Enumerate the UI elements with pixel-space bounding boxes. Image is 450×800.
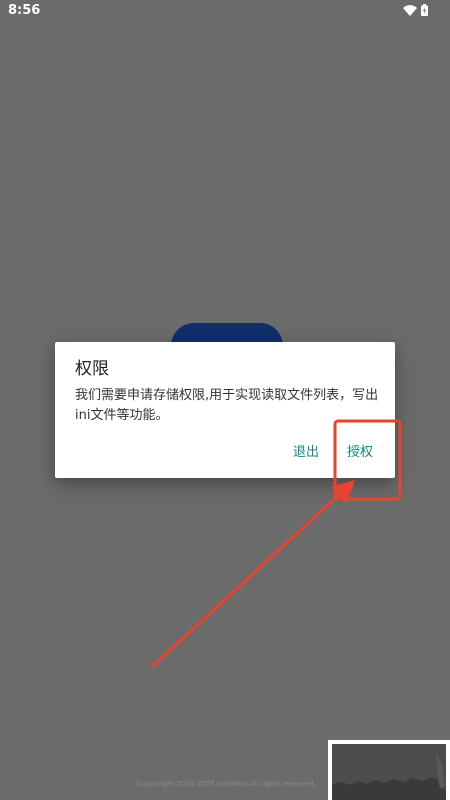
battery-icon — [421, 1, 428, 20]
permission-dialog: 权限 我们需要申请存储权限,用于实现读取文件列表，写出ini文件等功能。 退出 … — [55, 342, 395, 478]
status-bar: 8:56 — [0, 0, 450, 22]
preview-thumbnail-image — [332, 744, 446, 800]
status-time: 8:56 — [8, 3, 41, 18]
dialog-title: 权限 — [75, 359, 109, 379]
dialog-message: 我们需要申请存储权限,用于实现读取文件列表，写出ini文件等功能。 — [75, 388, 379, 423]
exit-button[interactable]: 退出 — [293, 444, 319, 462]
preview-thumbnail — [328, 740, 450, 800]
annotation-arrow-line — [151, 490, 344, 668]
status-icons — [403, 3, 428, 17]
wifi-icon — [403, 1, 417, 20]
dialog-buttons: 退出 授权 — [293, 444, 373, 462]
authorize-button[interactable]: 授权 — [347, 444, 373, 462]
annotation-arrow-head — [331, 480, 355, 503]
